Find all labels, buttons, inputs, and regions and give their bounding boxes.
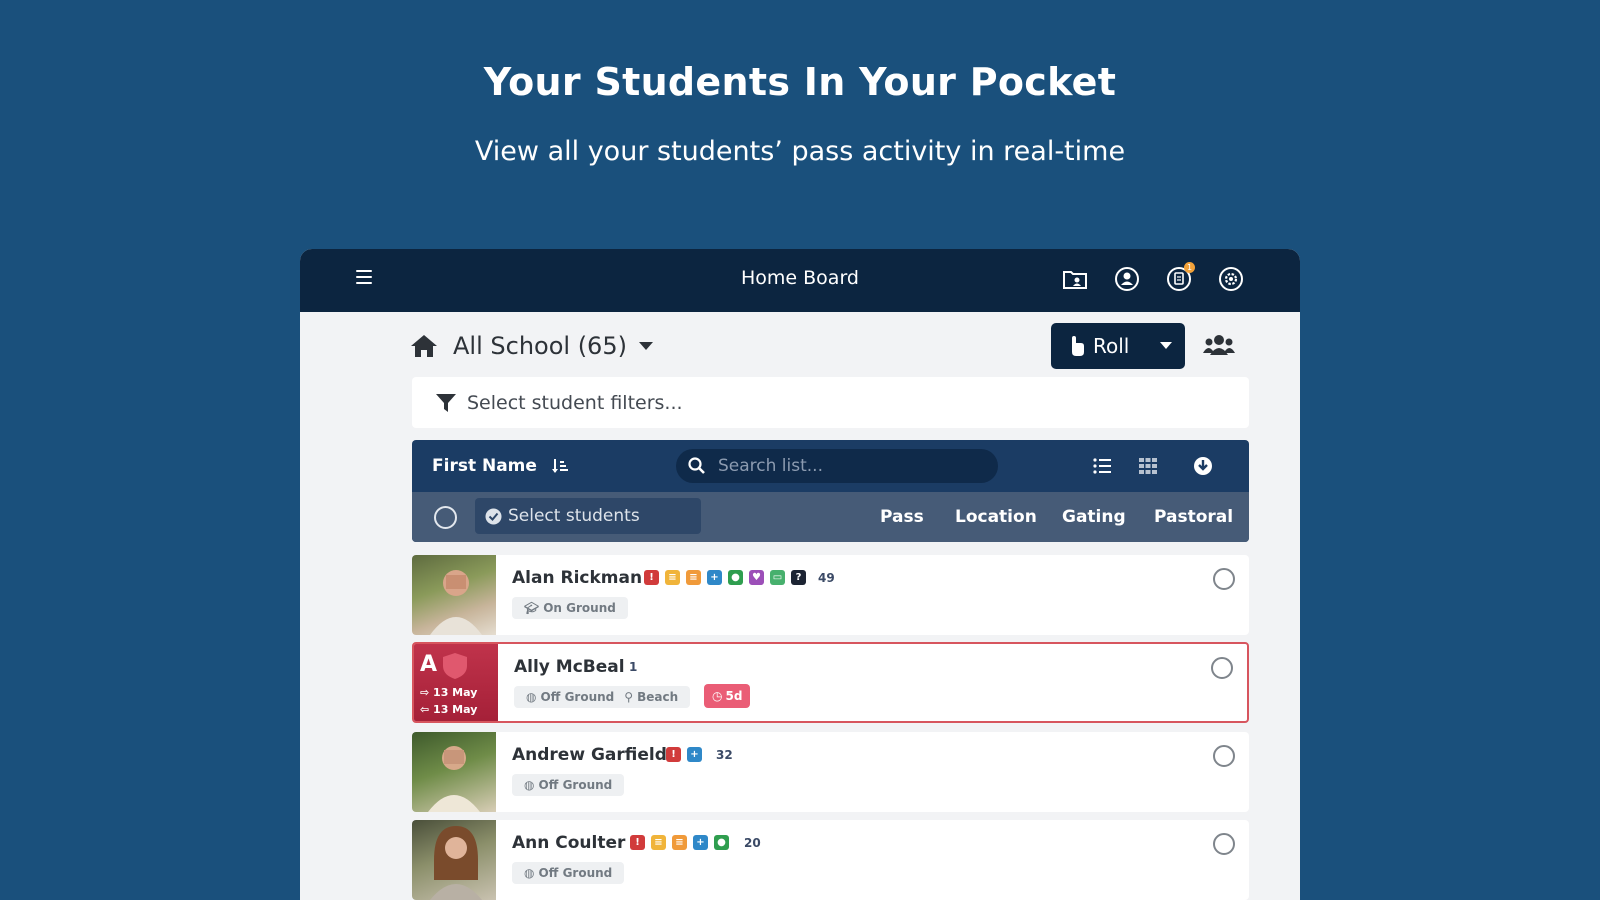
download-icon[interactable] — [1193, 456, 1213, 476]
in-date: ⇦ 13 May — [420, 703, 478, 716]
roll-button[interactable]: Roll — [1051, 323, 1185, 369]
column-pass[interactable]: Pass — [880, 507, 924, 527]
users-group-icon[interactable] — [1203, 333, 1235, 357]
warning-icon: ! — [666, 747, 681, 762]
list-view-icon[interactable] — [1092, 456, 1112, 476]
school-selector-label: All School (65) — [453, 332, 627, 360]
notification-badge: 1 — [1184, 262, 1195, 273]
chevron-down-icon — [638, 342, 653, 350]
globe-icon: ◍ — [524, 778, 535, 792]
home-icon[interactable] — [410, 334, 438, 358]
filter-placeholder: Select student filters... — [467, 391, 683, 414]
app-window: Home Board 1 All School (65) Roll Select… — [300, 249, 1300, 900]
warning-icon: ! — [630, 835, 645, 850]
student-row[interactable]: Alan Rickman ! ≡ ≡ + ● ♥ ▭ ? 49 🎓︎ On Gr… — [412, 555, 1249, 635]
student-avatar — [412, 820, 496, 900]
location-label: Beach — [637, 690, 679, 704]
medical-icon: + — [707, 570, 722, 585]
page-title: Home Board — [741, 267, 859, 289]
check-circle-icon — [485, 508, 502, 524]
warning-icon: ! — [644, 570, 659, 585]
lock-icon: ● — [714, 835, 729, 850]
hand-icon — [1072, 336, 1084, 356]
status-label: Off Ground — [538, 778, 613, 792]
student-flags: ! ≡ ≡ + ● — [630, 835, 729, 850]
select-students-label: Select students — [508, 506, 640, 526]
list-icon: ≡ — [686, 570, 701, 585]
roll-button-label: Roll — [1093, 334, 1130, 358]
select-all-checkbox[interactable] — [434, 506, 457, 529]
student-initial: A — [420, 652, 438, 677]
student-name[interactable]: Ann Coulter — [512, 833, 625, 853]
status-label: Off Ground — [538, 866, 613, 880]
globe-icon: ◍ — [526, 690, 537, 704]
search-icon — [688, 457, 705, 474]
student-filter-input[interactable]: Select student filters... — [412, 377, 1249, 428]
lock-icon: ● — [728, 570, 743, 585]
sort-ascending-icon[interactable] — [551, 457, 569, 475]
location-status: ◍ Off Ground ⚲ Beach — [514, 686, 691, 708]
hero-title: Your Students In Your Pocket — [483, 60, 1117, 104]
roll-dropdown-caret-icon[interactable] — [1160, 342, 1172, 349]
student-flags: ! + — [666, 747, 702, 762]
status-label: Off Ground — [540, 690, 615, 704]
student-name[interactable]: Ally McBeal — [514, 657, 625, 677]
student-flags: ! ≡ ≡ + ● ♥ ▭ ? — [644, 570, 806, 585]
row-select-checkbox[interactable] — [1213, 833, 1235, 855]
clock-icon: ◷ — [712, 689, 723, 703]
list-subheader: Select students Pass Location Gating Pas… — [412, 492, 1249, 542]
status-label: On Ground — [543, 601, 616, 615]
column-location[interactable]: Location — [955, 507, 1037, 527]
student-row[interactable]: Ann Coulter ! ≡ ≡ + ● 20 ◍ Off Ground — [412, 820, 1249, 900]
heart-icon: ♥ — [749, 570, 764, 585]
column-gating[interactable]: Gating — [1062, 507, 1126, 527]
search-placeholder: Search list... — [718, 456, 823, 476]
pass-count: 49 — [818, 571, 835, 585]
select-students-button[interactable]: Select students — [475, 498, 701, 534]
out-date: ⇨ 13 May — [420, 686, 478, 699]
student-name[interactable]: Andrew Garfield — [512, 745, 667, 765]
location-status: ◍ Off Ground — [512, 862, 625, 884]
profile-icon[interactable] — [1114, 266, 1140, 292]
list-icon: ≡ — [672, 835, 687, 850]
notifications-icon[interactable]: 1 — [1166, 262, 1195, 292]
question-icon: ? — [791, 570, 806, 585]
sort-field-label[interactable]: First Name — [432, 456, 537, 476]
search-input[interactable]: Search list... — [676, 449, 998, 483]
student-avatar — [412, 732, 496, 812]
location-status: ◍ Off Ground — [512, 774, 625, 796]
list-header: First Name Search list... Select student… — [412, 440, 1249, 542]
student-row[interactable]: Andrew Garfield ! + 32 ◍ Off Ground — [412, 732, 1249, 812]
student-name[interactable]: Alan Rickman — [512, 568, 642, 588]
pass-count: 1 — [629, 660, 638, 674]
grid-view-icon[interactable] — [1138, 456, 1158, 476]
school-selector[interactable]: All School (65) — [453, 332, 653, 360]
globe-icon: ◍ — [524, 866, 535, 880]
student-row[interactable]: A ⇨ 13 May ⇦ 13 May Ally McBeal 1 ◍ Off … — [412, 642, 1249, 723]
column-pastoral[interactable]: Pastoral — [1154, 507, 1233, 527]
filter-icon — [436, 393, 456, 412]
map-pin-icon: ⚲ — [624, 690, 634, 704]
graduation-cap-icon: 🎓︎ — [524, 601, 540, 615]
pass-count: 32 — [716, 748, 733, 762]
folder-user-icon[interactable] — [1062, 266, 1088, 292]
location-status: 🎓︎ On Ground — [512, 597, 628, 619]
hero-subtitle: View all your students’ pass activity in… — [474, 136, 1126, 167]
pass-count: 20 — [744, 836, 761, 850]
time-away-badge: ◷ 5d — [704, 684, 751, 708]
note-icon: ≡ — [651, 835, 666, 850]
top-nav-bar: Home Board 1 — [300, 249, 1300, 312]
note-icon: ≡ — [665, 570, 680, 585]
row-select-checkbox[interactable] — [1213, 745, 1235, 767]
medical-icon: + — [693, 835, 708, 850]
shield-icon — [443, 653, 467, 679]
id-card-icon: ▭ — [770, 570, 785, 585]
settings-gear-icon[interactable] — [1218, 266, 1244, 292]
student-avatar: A ⇨ 13 May ⇦ 13 May — [414, 644, 498, 721]
row-select-checkbox[interactable] — [1213, 568, 1235, 590]
row-select-checkbox[interactable] — [1211, 657, 1233, 679]
medical-icon: + — [687, 747, 702, 762]
student-avatar — [412, 555, 496, 635]
